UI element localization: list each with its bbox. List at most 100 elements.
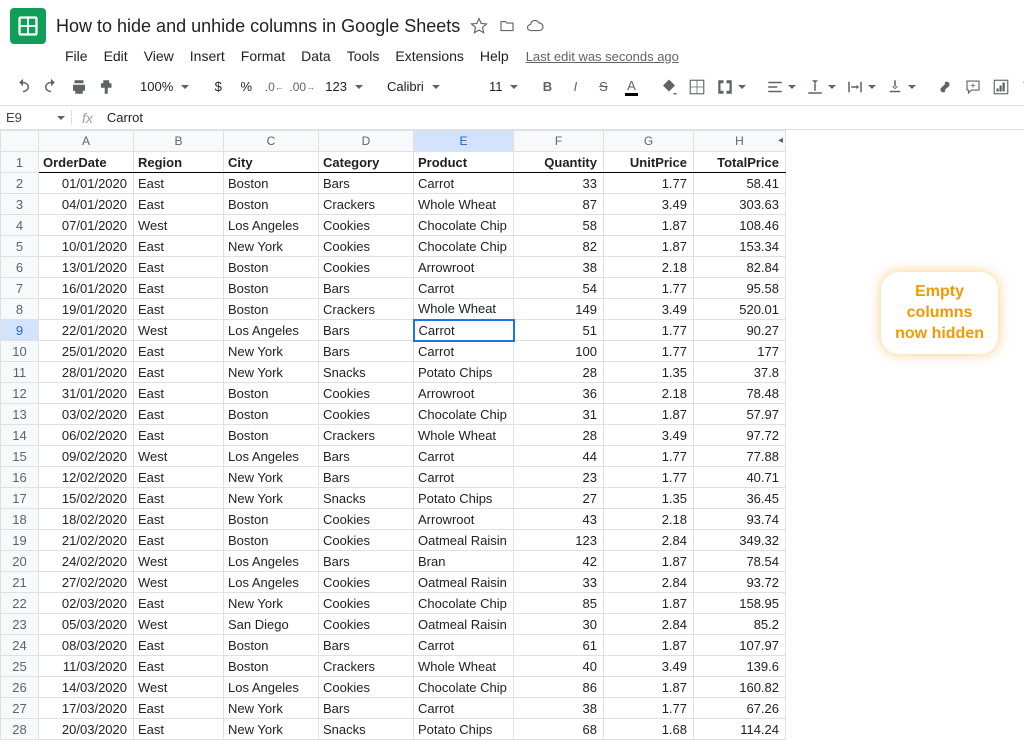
menu-help[interactable]: Help bbox=[473, 44, 516, 68]
cell[interactable]: New York bbox=[224, 593, 319, 614]
text-color-button[interactable]: A bbox=[618, 74, 644, 100]
vertical-align-button[interactable] bbox=[802, 78, 840, 96]
print-button[interactable] bbox=[66, 74, 92, 100]
cell[interactable]: 123 bbox=[514, 530, 604, 551]
cell[interactable]: 1.77 bbox=[604, 341, 694, 362]
cell[interactable]: Bars bbox=[319, 446, 414, 467]
cell[interactable]: 93.74 bbox=[694, 509, 786, 530]
cell[interactable]: 3.49 bbox=[604, 656, 694, 677]
row-header-4[interactable]: 4 bbox=[1, 215, 39, 236]
cell[interactable]: Boston bbox=[224, 194, 319, 215]
cell[interactable]: 139.6 bbox=[694, 656, 786, 677]
cell[interactable]: Snacks bbox=[319, 488, 414, 509]
cell[interactable]: 153.34 bbox=[694, 236, 786, 257]
header-cell[interactable]: Product bbox=[414, 152, 514, 173]
cell[interactable]: East bbox=[134, 404, 224, 425]
column-header-G[interactable]: G bbox=[604, 131, 694, 152]
cell[interactable]: Bars bbox=[319, 551, 414, 572]
cell[interactable]: 87 bbox=[514, 194, 604, 215]
cell[interactable]: 05/03/2020 bbox=[39, 614, 134, 635]
cell[interactable]: 44 bbox=[514, 446, 604, 467]
insert-chart-button[interactable] bbox=[988, 74, 1014, 100]
cell[interactable]: 07/01/2020 bbox=[39, 215, 134, 236]
text-rotation-button[interactable] bbox=[882, 78, 920, 96]
cell[interactable]: East bbox=[134, 299, 224, 320]
cell[interactable]: 90.27 bbox=[694, 320, 786, 341]
cell[interactable]: Los Angeles bbox=[224, 572, 319, 593]
cell[interactable]: Boston bbox=[224, 278, 319, 299]
cell[interactable]: East bbox=[134, 467, 224, 488]
cell[interactable]: 1.77 bbox=[604, 320, 694, 341]
cell[interactable]: Boston bbox=[224, 425, 319, 446]
cell[interactable]: East bbox=[134, 425, 224, 446]
cell[interactable]: Carrot bbox=[414, 698, 514, 719]
cell[interactable]: 3.49 bbox=[604, 299, 694, 320]
row-header-10[interactable]: 10 bbox=[1, 341, 39, 362]
cell[interactable]: Carrot bbox=[414, 173, 514, 194]
cell[interactable]: 28 bbox=[514, 425, 604, 446]
document-title[interactable]: How to hide and unhide columns in Google… bbox=[56, 16, 460, 37]
cell[interactable]: 303.63 bbox=[694, 194, 786, 215]
cell[interactable]: Cookies bbox=[319, 677, 414, 698]
cell[interactable]: 18/02/2020 bbox=[39, 509, 134, 530]
sheets-logo[interactable] bbox=[10, 8, 46, 44]
cell[interactable]: 68 bbox=[514, 719, 604, 740]
cell[interactable]: 1.87 bbox=[604, 635, 694, 656]
move-icon[interactable] bbox=[498, 17, 516, 35]
cell[interactable]: Arrowroot bbox=[414, 509, 514, 530]
cell[interactable]: Cookies bbox=[319, 236, 414, 257]
cell[interactable]: 27/02/2020 bbox=[39, 572, 134, 593]
cell[interactable]: 10/01/2020 bbox=[39, 236, 134, 257]
cell[interactable]: East bbox=[134, 257, 224, 278]
cell[interactable]: 1.87 bbox=[604, 236, 694, 257]
cell[interactable]: East bbox=[134, 173, 224, 194]
cell[interactable]: 108.46 bbox=[694, 215, 786, 236]
cloud-icon[interactable] bbox=[526, 17, 544, 35]
cell[interactable]: 38 bbox=[514, 257, 604, 278]
cell[interactable]: 33 bbox=[514, 572, 604, 593]
menu-insert[interactable]: Insert bbox=[183, 44, 232, 68]
cell[interactable]: 17/03/2020 bbox=[39, 698, 134, 719]
cell[interactable]: Cookies bbox=[319, 530, 414, 551]
cell[interactable]: 85.2 bbox=[694, 614, 786, 635]
cell[interactable]: 1.35 bbox=[604, 488, 694, 509]
cell[interactable]: 520.01 bbox=[694, 299, 786, 320]
cell[interactable]: Cookies bbox=[319, 383, 414, 404]
cell[interactable]: Potato Chips bbox=[414, 719, 514, 740]
cell[interactable]: West bbox=[134, 614, 224, 635]
cell[interactable]: Oatmeal Raisin bbox=[414, 614, 514, 635]
cell[interactable]: Bars bbox=[319, 320, 414, 341]
row-header-6[interactable]: 6 bbox=[1, 257, 39, 278]
menu-data[interactable]: Data bbox=[294, 44, 338, 68]
cell[interactable]: 160.82 bbox=[694, 677, 786, 698]
header-cell[interactable]: City bbox=[224, 152, 319, 173]
cell[interactable]: 19/01/2020 bbox=[39, 299, 134, 320]
cell[interactable]: East bbox=[134, 278, 224, 299]
cell[interactable]: East bbox=[134, 656, 224, 677]
cell[interactable]: Boston bbox=[224, 173, 319, 194]
cell[interactable]: 67.26 bbox=[694, 698, 786, 719]
cell[interactable]: Whole Wheat bbox=[414, 656, 514, 677]
row-header-11[interactable]: 11 bbox=[1, 362, 39, 383]
cell[interactable]: West bbox=[134, 215, 224, 236]
cell[interactable]: 04/01/2020 bbox=[39, 194, 134, 215]
fill-color-button[interactable] bbox=[656, 74, 682, 100]
menu-tools[interactable]: Tools bbox=[340, 44, 387, 68]
cell[interactable]: 36 bbox=[514, 383, 604, 404]
cell[interactable]: 42 bbox=[514, 551, 604, 572]
hidden-columns-arrow-icon[interactable]: ◂ bbox=[778, 135, 783, 146]
cell[interactable]: 03/02/2020 bbox=[39, 404, 134, 425]
cell[interactable]: 27 bbox=[514, 488, 604, 509]
cell[interactable]: 3.49 bbox=[604, 194, 694, 215]
cell[interactable]: 24/02/2020 bbox=[39, 551, 134, 572]
cell[interactable]: 85 bbox=[514, 593, 604, 614]
cell[interactable]: 349.32 bbox=[694, 530, 786, 551]
row-header-3[interactable]: 3 bbox=[1, 194, 39, 215]
cell[interactable]: 57.97 bbox=[694, 404, 786, 425]
cell[interactable]: 58 bbox=[514, 215, 604, 236]
cell[interactable]: 40 bbox=[514, 656, 604, 677]
cell[interactable]: 30 bbox=[514, 614, 604, 635]
cell[interactable]: New York bbox=[224, 698, 319, 719]
name-box[interactable]: E9 bbox=[0, 110, 72, 125]
cell[interactable]: Boston bbox=[224, 656, 319, 677]
